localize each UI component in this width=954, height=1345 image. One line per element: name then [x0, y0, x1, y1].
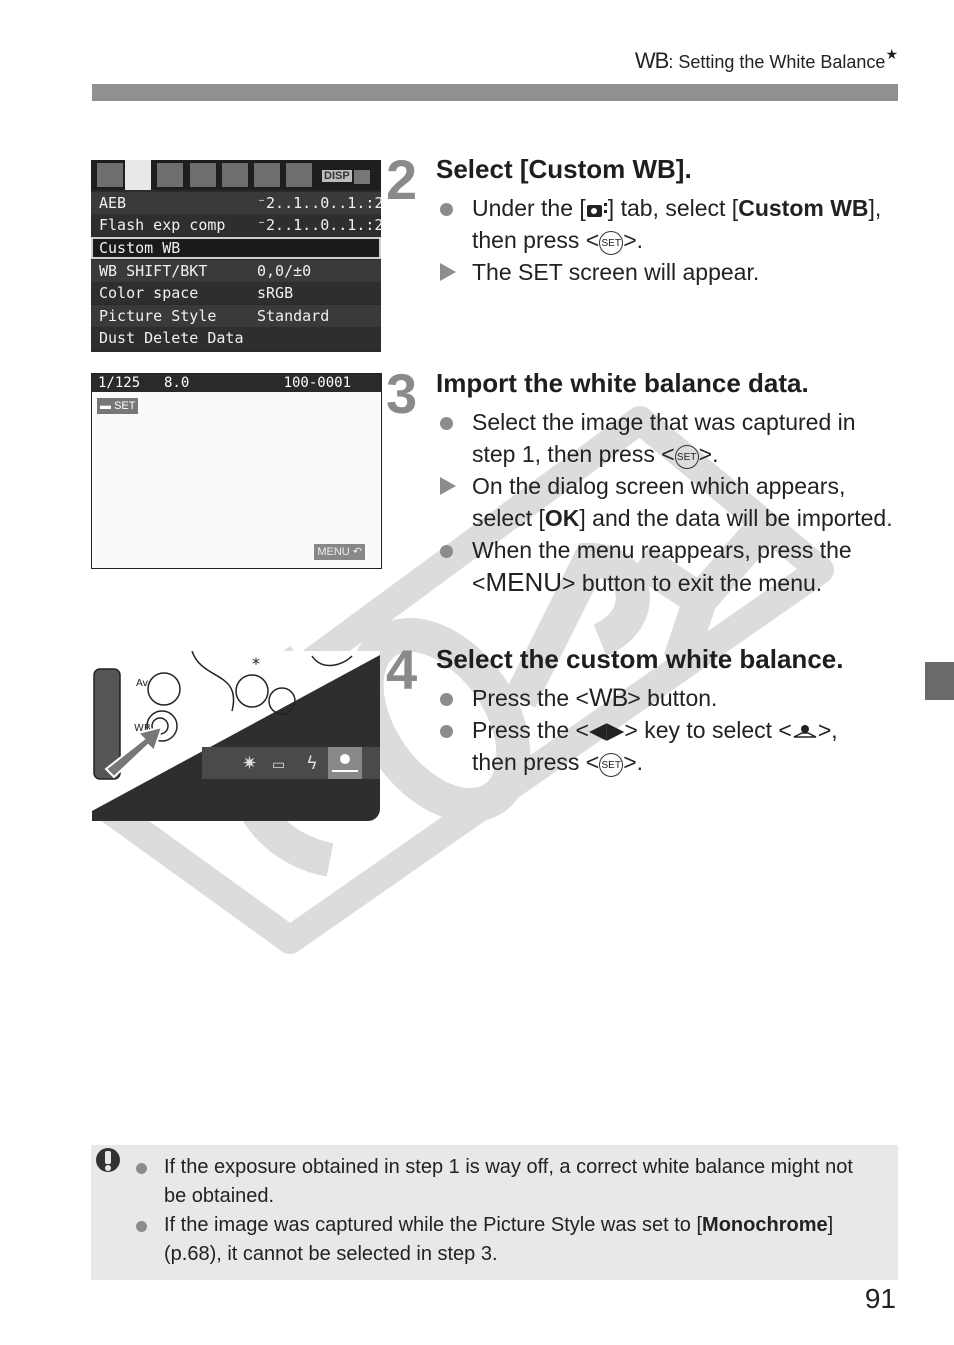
- header-title-text: : Setting the White Balance: [668, 52, 886, 72]
- menu-row: Color space sRGB: [91, 282, 381, 304]
- step-title: Select [Custom WB].: [436, 154, 692, 184]
- step-bullet: Press the <◀▶> key to select < >, then pre…: [440, 714, 900, 778]
- bullet-icon: [440, 693, 453, 706]
- wb-button-icon: WB: [588, 684, 628, 712]
- menu-tab-playback: [157, 163, 183, 187]
- step-bullet: Press the <WB> button.: [440, 682, 900, 714]
- aperture: 8.0: [164, 375, 190, 391]
- result-arrow-icon: [440, 477, 456, 495]
- page-number: 91: [864, 1283, 896, 1314]
- step-result: The SET screen will appear.: [440, 256, 900, 288]
- menu-return-badge: MENU ↶: [314, 544, 365, 560]
- header-bar: [92, 84, 898, 101]
- camera-set-screen: 1/125 8.0 100-0001 ▬ SET MENU ↶: [91, 373, 382, 569]
- bullet-icon: [440, 203, 453, 216]
- camera-wb-button-illustration: * Av WB ✷ ▭ ϟ: [92, 651, 380, 821]
- set-button-icon: SET: [599, 231, 624, 255]
- menu-row: Dust Delete Data: [91, 327, 381, 349]
- star-icon: ★: [885, 46, 898, 62]
- bullet-icon: [136, 1163, 147, 1174]
- set-button-icon: SET: [599, 753, 624, 777]
- menu-row-selected: Custom WB: [91, 237, 381, 259]
- menu-button-icon: MENU: [485, 567, 562, 597]
- step-bullet: Under the [] tab, select [Custom WB], th…: [440, 192, 900, 256]
- af-star-icon: *: [252, 654, 260, 673]
- menu-row: Flash exp comp ⁻2..1..0..1.:2: [91, 214, 383, 236]
- menu-row: WB SHIFT/BKT 0,0/±0: [91, 260, 381, 282]
- tungsten-icon: ✷: [242, 753, 257, 774]
- bullet-icon: [440, 545, 453, 558]
- menu-tab-setup3: [254, 163, 280, 187]
- wb-icon: WB: [634, 48, 669, 73]
- chapter-side-tab: [925, 662, 954, 700]
- left-right-key-icon: ◀▶: [588, 717, 625, 743]
- step-number: 3: [386, 362, 418, 425]
- bullet-icon: [440, 725, 453, 738]
- menu-tab-setup1: [190, 163, 216, 187]
- camera-menu-screen: DISP AEB ⁻2..1..0..1.:2 Flash exp comp ⁻2.…: [91, 160, 383, 352]
- step-title: Select the custom white balance.: [436, 644, 844, 674]
- caution-note: If the exposure obtained in step 1 is wa…: [91, 1145, 898, 1280]
- page-header-title: WB: Setting the White Balance★: [634, 46, 898, 74]
- shutter-speed: 1/125: [98, 375, 141, 391]
- camera-tab-icon: [586, 203, 607, 217]
- step-result: On the dialog screen which appears, sele…: [440, 470, 900, 534]
- result-arrow-icon: [440, 263, 456, 281]
- step-number: 2: [386, 148, 418, 211]
- disp-badge: DISP: [322, 170, 352, 182]
- note-bullet: If the exposure obtained in step 1 is wa…: [136, 1153, 876, 1211]
- flash-icon: ϟ: [306, 753, 318, 774]
- step-title: Import the white balance data.: [436, 368, 809, 398]
- step-bullet: Select the image that was captured in st…: [440, 406, 900, 470]
- menu-tab-shooting2: [125, 160, 151, 190]
- custom-wb-icon: [793, 725, 817, 738]
- step-bullet: When the menu reappears, press the <MENU…: [440, 534, 900, 599]
- caution-icon: [96, 1148, 120, 1172]
- set-button-icon: SET: [674, 445, 699, 469]
- custom-wb-set-badge: ▬ SET: [97, 398, 139, 414]
- menu-row: AEB ⁻2..1..0..1.:2: [91, 192, 383, 214]
- lcd-info-bar: 1/125 8.0 100-0001: [92, 374, 381, 392]
- menu-row: Picture Style Standard: [91, 305, 381, 327]
- note-bullet: If the image was captured while the Pict…: [136, 1211, 876, 1269]
- grid-icon: [354, 170, 370, 184]
- bullet-icon: [440, 417, 453, 430]
- bullet-icon: [136, 1221, 147, 1232]
- svg-text:Av: Av: [136, 678, 148, 689]
- step-number: 4: [386, 638, 418, 701]
- menu-tab-setup2: [222, 163, 248, 187]
- custom-wb-icon: ▬: [100, 400, 115, 412]
- menu-tab-mymenu: [286, 163, 312, 187]
- fluorescent-icon: ▭: [272, 757, 285, 773]
- menu-tabs: DISP: [91, 160, 381, 190]
- file-number: 100-0001: [283, 375, 351, 391]
- menu-tab-shooting1: [97, 163, 123, 187]
